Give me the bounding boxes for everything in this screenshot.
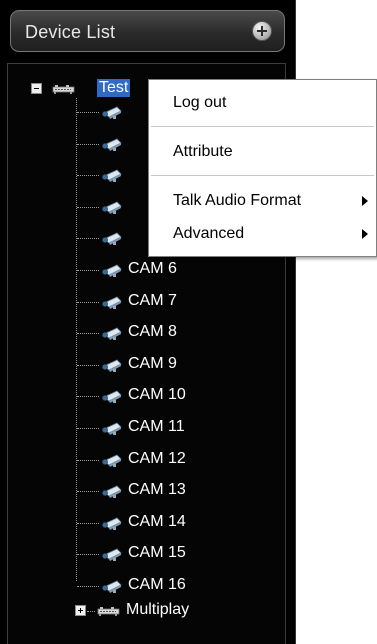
camera-icon: [100, 262, 124, 278]
menu-item-log-out[interactable]: Log out: [173, 93, 226, 113]
network-device-icon: [97, 607, 120, 616]
expand-toggle-icon[interactable]: [75, 605, 86, 616]
submenu-arrow-icon: [362, 196, 368, 206]
network-device-icon: [52, 85, 75, 94]
tree-node-camera[interactable]: CAM 9: [128, 355, 177, 373]
tree-node-camera[interactable]: CAM 11: [128, 418, 185, 436]
menu-item-talk-audio-format[interactable]: Talk Audio Format: [173, 191, 301, 211]
panel-title: Device List: [25, 22, 116, 42]
tree-connector: [77, 428, 99, 429]
collapse-toggle-icon[interactable]: [31, 83, 42, 94]
camera-icon: [100, 325, 124, 341]
tree-node-camera[interactable]: CAM 13: [128, 481, 186, 499]
tree-node-camera[interactable]: CAM 8: [128, 323, 177, 341]
tree-node-multiplay[interactable]: Multiplay: [126, 601, 189, 619]
tree-connector: [77, 144, 99, 145]
tree-node-camera[interactable]: CAM 10: [128, 386, 186, 404]
tree-connector: [87, 611, 95, 612]
tree-connector: [77, 238, 99, 239]
camera-icon: [100, 388, 124, 404]
camera-icon: [100, 167, 124, 183]
tree-node-camera[interactable]: CAM 14: [128, 513, 186, 531]
tree-connector: [77, 460, 99, 461]
camera-icon: [100, 515, 124, 531]
camera-icon: [100, 199, 124, 215]
tree-connector: [77, 175, 99, 176]
tree-connector: [77, 586, 99, 587]
tree-node-camera[interactable]: CAM 16: [128, 576, 186, 594]
camera-icon: [100, 104, 124, 120]
camera-icon: [100, 483, 124, 499]
tree-node-camera[interactable]: CAM 12: [128, 450, 186, 468]
device-list-header: Device List: [10, 10, 285, 52]
camera-icon: [100, 357, 124, 373]
tree-node-test[interactable]: Test: [97, 79, 131, 97]
tree-connector: [77, 302, 99, 303]
camera-icon: [100, 136, 124, 152]
menu-separator: [151, 175, 374, 176]
menu-separator: [151, 126, 374, 127]
camera-icon: [100, 230, 124, 246]
tree-connector: [77, 333, 99, 334]
tree-connector: [77, 270, 99, 271]
context-menu: Log out Attribute Talk Audio Format Adva…: [148, 79, 377, 257]
camera-icon: [100, 578, 124, 594]
submenu-arrow-icon: [362, 229, 368, 239]
tree-connector: [77, 554, 99, 555]
tree-connector: [77, 396, 99, 397]
tree-connector: [77, 207, 99, 208]
tree-connector: [77, 112, 99, 113]
camera-icon: [100, 294, 124, 310]
menu-item-advanced[interactable]: Advanced: [173, 224, 244, 244]
camera-icon: [100, 546, 124, 562]
tree-connector: [77, 365, 99, 366]
tree-connector: [76, 98, 77, 581]
menu-item-attribute[interactable]: Attribute: [173, 142, 233, 162]
tree-node-camera[interactable]: CAM 7: [128, 292, 177, 310]
camera-icon: [100, 420, 124, 436]
tree-connector: [77, 523, 99, 524]
tree-connector: [77, 491, 99, 492]
tree-node-camera[interactable]: CAM 6: [128, 260, 177, 278]
tree-node-camera[interactable]: CAM 15: [128, 544, 186, 562]
plus-circle-icon[interactable]: [252, 21, 272, 41]
camera-icon: [100, 452, 124, 468]
